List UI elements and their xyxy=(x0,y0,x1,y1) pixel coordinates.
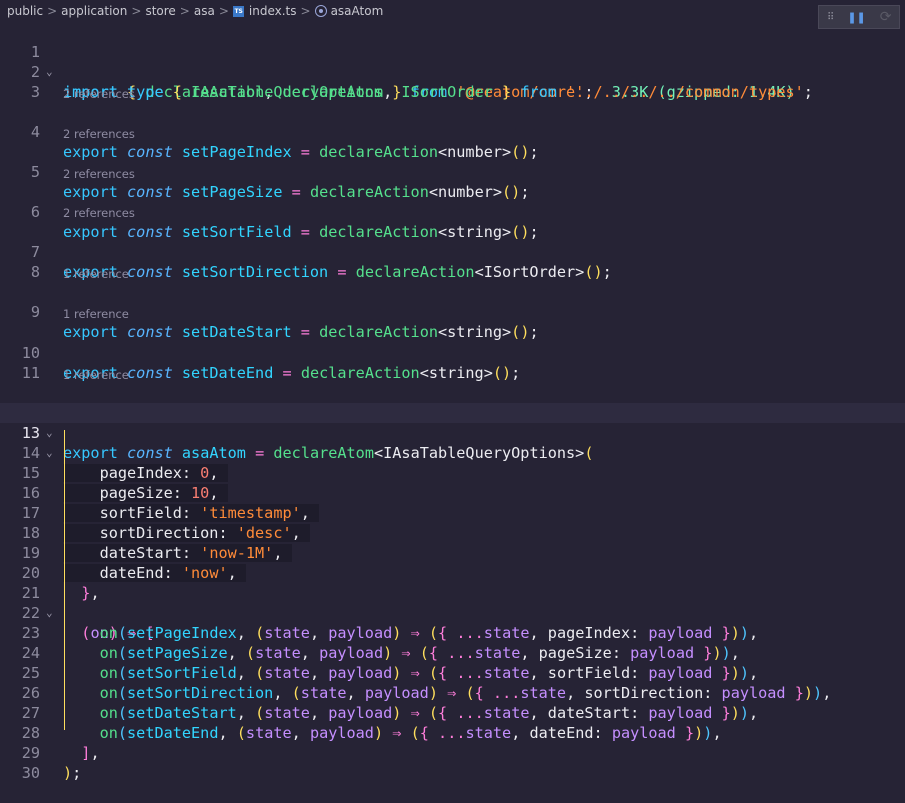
code-line: 7 export const setSortDirection = declar… xyxy=(0,222,905,281)
code-line: 14 pageIndex: 0, xyxy=(0,423,905,482)
breadcrumb-public[interactable]: public xyxy=(7,4,43,18)
code-line: 6 export const setSortField = declareAct… xyxy=(0,182,905,241)
codelens-references[interactable]: 1 reference xyxy=(63,307,129,322)
breadcrumb: public > application > store > asa > TS … xyxy=(0,0,905,22)
type-name: ISortOrder xyxy=(483,263,576,281)
code-line: 30 xyxy=(0,743,905,782)
code-line: 17 sortDirection: 'desc', xyxy=(0,483,905,542)
line-number: 9 xyxy=(30,303,40,321)
identifier: setDateEnd xyxy=(181,364,274,382)
breadcrumb-application[interactable]: application xyxy=(61,4,127,18)
breadcrumb-store[interactable]: store xyxy=(145,4,175,18)
line-number: 30 xyxy=(21,764,40,782)
chevron-right-icon: > xyxy=(300,4,311,18)
codelens-references[interactable]: 2 references xyxy=(63,127,135,142)
line-number: 8 xyxy=(30,263,40,281)
code-line: 19 dateEnd: 'now', xyxy=(0,523,905,582)
line-number: 4 xyxy=(30,123,40,141)
identifier: setSortDirection xyxy=(181,263,329,281)
codelens-references[interactable]: 2 references xyxy=(63,167,135,182)
codelens-references[interactable]: 1 reference xyxy=(63,267,129,282)
code-line: 23 on(setPageSize, (state, payload) ⇒ ({… xyxy=(0,603,905,662)
code-line: 2 import type { IAsaTableQueryOptions, I… xyxy=(0,42,905,101)
breadcrumb-index-ts[interactable]: index.ts xyxy=(249,4,297,18)
code-text: ); xyxy=(63,764,82,782)
code-line: 12 ⌄ export const asaAtom = declareAtom<… xyxy=(0,383,905,462)
code-line: 10 export const setDateEnd = declareActi… xyxy=(0,323,905,382)
line-number: 3 xyxy=(30,83,40,101)
code-line: 11 xyxy=(0,343,905,382)
keyword: from xyxy=(520,83,557,101)
code-line: 28 ], xyxy=(0,703,905,762)
identifier: declareAction xyxy=(300,364,420,382)
line-number: 11 xyxy=(21,364,40,382)
code-line: 15 pageSize: 10, xyxy=(0,443,905,502)
identifier: declareAction xyxy=(355,263,475,281)
code-line: 20 }, xyxy=(0,543,905,602)
code-line: 16 sortField: 'timestamp', xyxy=(0,463,905,522)
current-code-line: 13 ⌄ { xyxy=(0,403,905,482)
chevron-right-icon: > xyxy=(179,4,190,18)
code-line: 4 export const setPageIndex = declareAct… xyxy=(0,102,905,161)
codelens-references[interactable]: 2 references xyxy=(63,87,135,102)
code-line: 24 on(setSortField, (state, payload) ⇒ (… xyxy=(0,623,905,682)
keyword: const xyxy=(127,364,173,382)
line-number: 5 xyxy=(30,163,40,181)
line-number: 6 xyxy=(30,203,40,221)
code-text: import type { IAsaTableQueryOptions, ISo… xyxy=(63,83,813,101)
code-editor[interactable]: 1 ⌄ import { declareAction, declareAtom … xyxy=(0,22,905,782)
drag-handle-icon[interactable]: ⠿ xyxy=(827,12,834,23)
identifier: IAsaTableQueryOptions xyxy=(191,83,384,101)
type-name: string xyxy=(428,364,484,382)
code-line: 5 export const setPageSize = declareActi… xyxy=(0,142,905,201)
code-line: 1 ⌄ import { declareAction, declareAtom … xyxy=(0,22,905,101)
codelens-references[interactable]: 1 reference xyxy=(63,368,129,383)
code-text: export const setDateEnd = declareAction<… xyxy=(63,364,521,382)
identifier: ISortOrder xyxy=(401,83,493,101)
keyword: const xyxy=(127,263,173,281)
chevron-right-icon: > xyxy=(218,4,229,18)
variable-symbol-icon xyxy=(314,5,327,17)
breadcrumb-asa[interactable]: asa xyxy=(194,4,215,18)
chevron-right-icon: > xyxy=(47,4,58,18)
bracket-pair-guide xyxy=(64,430,65,730)
code-text: export const setSortDirection = declareA… xyxy=(63,263,612,281)
code-line: 22 on(setPageIndex, (state, payload) ⇒ (… xyxy=(0,583,905,642)
codelens-references[interactable]: 2 references xyxy=(63,206,135,221)
code-line: 3 xyxy=(0,62,905,101)
code-line: 8 xyxy=(0,242,905,281)
typescript-file-icon: TS xyxy=(232,5,244,17)
code-line: 9 export const setDateStart = declareAct… xyxy=(0,282,905,341)
chevron-right-icon: > xyxy=(131,4,142,18)
code-line: 21 ⌄ (on) ⇒ [ xyxy=(0,563,905,642)
code-line: 27 on(setDateEnd, (state, payload) ⇒ ({ … xyxy=(0,683,905,742)
code-line: 26 on(setDateStart, (state, payload) ⇒ (… xyxy=(0,663,905,722)
breadcrumb-asaAtom[interactable]: asaAtom xyxy=(331,4,384,18)
code-line: 25 on(setSortDirection, (state, payload)… xyxy=(0,643,905,702)
code-line: 18 dateStart: 'now-1M', xyxy=(0,503,905,562)
code-line: 29 ); xyxy=(0,723,905,782)
string-literal: '../../../../common/types' xyxy=(566,83,804,101)
